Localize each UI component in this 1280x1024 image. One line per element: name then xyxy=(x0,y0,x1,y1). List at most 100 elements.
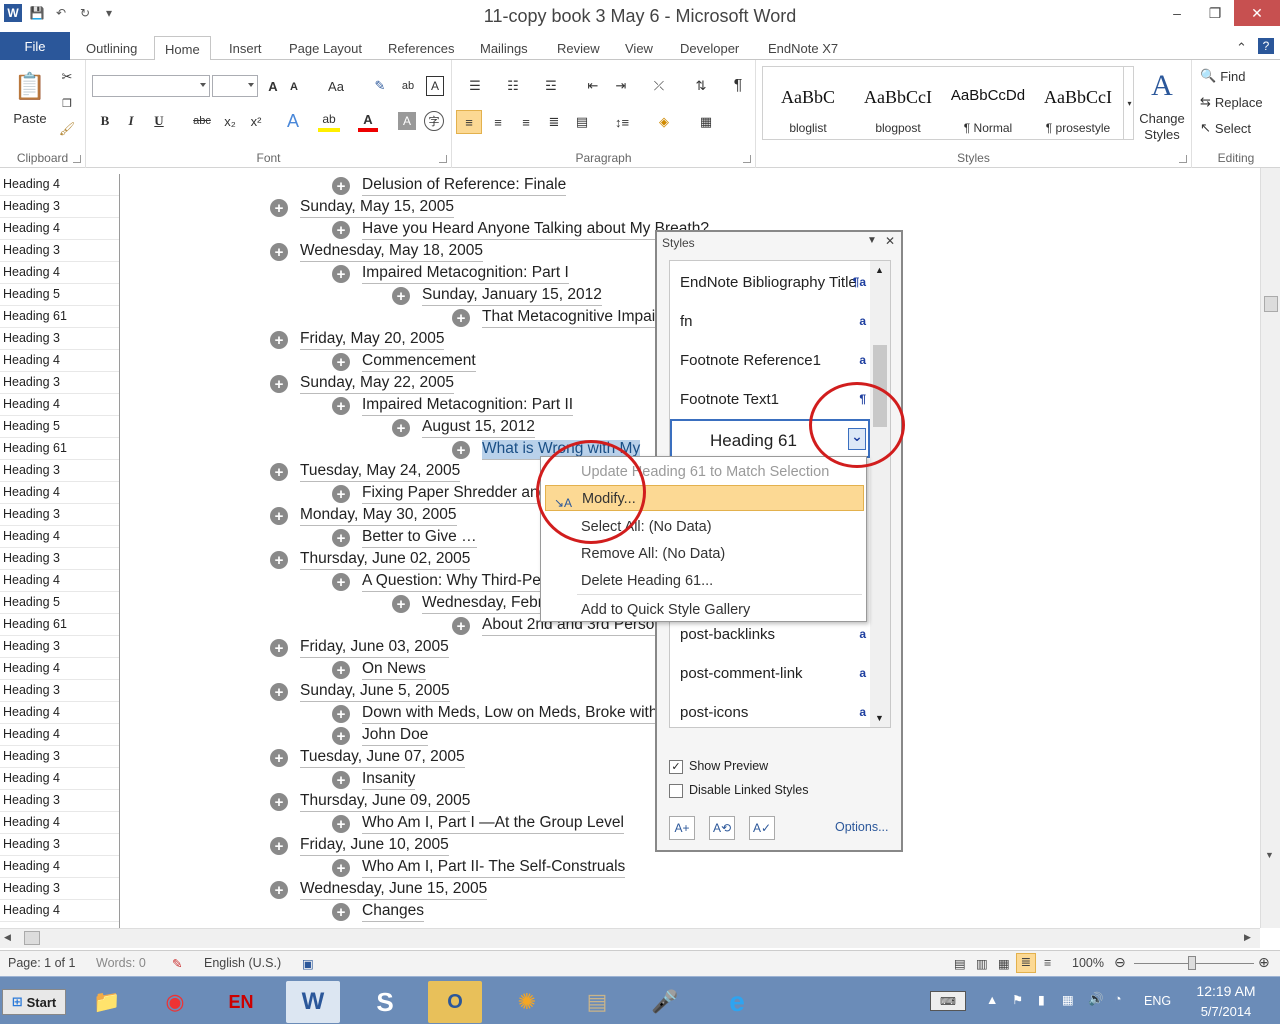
expand-plus-icon[interactable]: + xyxy=(332,265,350,283)
heading-text[interactable]: John Doe xyxy=(362,726,429,746)
justify-icon[interactable]: ≣ xyxy=(542,110,566,134)
styles-dialog-launcher[interactable] xyxy=(1179,155,1187,163)
asian-layout-icon[interactable]: ⤫ xyxy=(646,76,672,96)
heading-text[interactable]: Fixing Paper Shredder and xyxy=(362,484,548,504)
battery-icon[interactable]: ▮ xyxy=(1038,992,1045,1007)
style-item[interactable]: EndNote Bibliography Title ¶a xyxy=(670,263,870,302)
bullets-icon[interactable]: ☰ xyxy=(462,76,488,96)
expand-plus-icon[interactable]: + xyxy=(392,287,410,305)
text-effects-icon[interactable]: A xyxy=(282,110,304,132)
expand-plus-icon[interactable]: + xyxy=(270,199,288,217)
outline-view-icon[interactable]: ≣ xyxy=(1016,953,1036,973)
font-name-combo[interactable] xyxy=(92,75,210,97)
find-button[interactable]: 🔍 Find xyxy=(1200,66,1270,86)
heading-text[interactable]: Commencement xyxy=(362,352,476,372)
options-link[interactable]: Options... xyxy=(835,820,889,834)
outline-heading[interactable]: + Sunday, January 15, 2012 xyxy=(392,285,602,307)
expand-plus-icon[interactable]: + xyxy=(270,463,288,481)
start-button[interactable]: ⊞ Start xyxy=(2,989,66,1015)
action-center-flag-icon[interactable]: ⚑ xyxy=(1012,992,1023,1007)
change-styles-button[interactable]: Change Styles xyxy=(1138,110,1186,144)
heading-text[interactable]: On News xyxy=(362,660,426,680)
expand-plus-icon[interactable]: + xyxy=(270,639,288,657)
expand-plus-icon[interactable]: + xyxy=(270,749,288,767)
outline-heading[interactable]: + Friday, May 20, 2005 xyxy=(270,329,445,351)
change-styles-icon[interactable]: A xyxy=(1144,68,1180,104)
heading-text[interactable]: Insanity xyxy=(362,770,416,790)
expand-plus-icon[interactable]: + xyxy=(270,507,288,525)
close-button[interactable]: ✕ xyxy=(1234,0,1280,26)
outline-heading[interactable]: + Tuesday, June 07, 2005 xyxy=(270,747,465,769)
expand-plus-icon[interactable]: + xyxy=(270,793,288,811)
sort-icon[interactable]: ⇅ xyxy=(690,76,712,96)
multilevel-list-icon[interactable]: ☲ xyxy=(538,76,564,96)
pane-close-icon[interactable]: ✕ xyxy=(885,234,895,248)
change-case-button[interactable]: Aa xyxy=(324,77,348,95)
wifi-icon[interactable]: ◔ xyxy=(1114,992,1122,1006)
file-explorer-icon[interactable]: 📁 xyxy=(80,981,134,1023)
expand-plus-icon[interactable]: + xyxy=(270,837,288,855)
tab-page-layout[interactable]: Page Layout xyxy=(289,36,362,60)
bold-button[interactable]: B xyxy=(96,112,114,130)
font-color-icon[interactable]: A xyxy=(358,110,378,132)
outline-heading[interactable]: + Who Am I, Part I —At the Group Level xyxy=(332,813,624,835)
collapse-ribbon-icon[interactable]: ⌃ xyxy=(1236,36,1247,60)
outline-heading[interactable]: + Who Am I, Part II- The Self-Construals xyxy=(332,857,626,879)
styles-list-scrollbar[interactable]: ▲ ▼ xyxy=(870,261,890,727)
align-left-icon[interactable]: ≡ xyxy=(456,110,482,134)
style-tile-blogpost[interactable]: AaBbCcI blogpost xyxy=(853,77,943,139)
subscript-button[interactable]: x₂ xyxy=(220,112,240,130)
shading-icon[interactable]: ◈ xyxy=(650,110,678,134)
scroll-right-arrow-icon[interactable]: ▶ xyxy=(1244,932,1251,943)
heading-text[interactable]: Impaired Metacognition: Part I xyxy=(362,264,569,284)
macro-record-icon[interactable]: ▣ xyxy=(302,956,314,971)
scroll-left-arrow-icon[interactable]: ◀ xyxy=(4,932,11,943)
heading-text[interactable]: Who Am I, Part II- The Self-Construals xyxy=(362,858,626,878)
heading-text[interactable]: Wednesday, June 15, 2005 xyxy=(300,880,488,900)
heading-text[interactable]: Who Am I, Part I —At the Group Level xyxy=(362,814,624,834)
align-center-icon[interactable]: ≡ xyxy=(486,110,510,134)
outline-heading[interactable]: + On News xyxy=(332,659,426,681)
expand-plus-icon[interactable]: + xyxy=(270,375,288,393)
style-tile-bloglist[interactable]: AaBbC bloglist xyxy=(763,77,853,139)
style-tile-prosestyle[interactable]: AaBbCcI ¶ prosestyle xyxy=(1033,77,1123,139)
tab-view[interactable]: View xyxy=(625,36,653,60)
keyboard-icon[interactable]: ⌨ xyxy=(930,991,966,1011)
expand-plus-icon[interactable]: + xyxy=(270,331,288,349)
outline-heading[interactable]: + Wednesday, June 15, 2005 xyxy=(270,879,488,901)
paste-icon[interactable]: 📋 xyxy=(12,68,48,104)
character-border-icon[interactable]: A xyxy=(426,76,444,96)
heading-text[interactable]: Wednesday, May 18, 2005 xyxy=(300,242,483,262)
style-inspector-icon[interactable]: A⟲ xyxy=(709,816,735,840)
outline-heading[interactable]: + Thursday, June 09, 2005 xyxy=(270,791,471,813)
outline-heading[interactable]: + August 15, 2012 xyxy=(392,417,535,439)
disable-linked-checkbox[interactable] xyxy=(669,784,683,798)
expand-plus-icon[interactable]: + xyxy=(332,177,350,195)
new-style-icon[interactable]: A+ xyxy=(669,816,695,840)
minimize-button[interactable]: – xyxy=(1158,0,1196,26)
zoom-in-icon[interactable]: ⊕ xyxy=(1258,954,1270,971)
heading-text[interactable]: Sunday, June 5, 2005 xyxy=(300,682,450,702)
tab-mailings[interactable]: Mailings xyxy=(480,36,528,60)
heading-text[interactable]: Better to Give … xyxy=(362,528,477,548)
expand-plus-icon[interactable]: + xyxy=(332,727,350,745)
web-layout-view-icon[interactable]: ▦ xyxy=(998,956,1010,971)
microphone-icon[interactable]: 🎤 xyxy=(638,981,692,1023)
outline-heading[interactable]: + Sunday, May 15, 2005 xyxy=(270,197,454,219)
tab-review[interactable]: Review xyxy=(557,36,600,60)
outline-heading[interactable]: + Friday, June 10, 2005 xyxy=(270,835,449,857)
outline-heading[interactable]: + Changes xyxy=(332,901,425,923)
volume-icon[interactable]: 🔊 xyxy=(1088,992,1104,1007)
expand-plus-icon[interactable]: + xyxy=(332,221,350,239)
style-item[interactable]: post-comment-link a xyxy=(670,654,870,693)
replace-button[interactable]: ⇆ Replace xyxy=(1200,92,1278,112)
clock-time[interactable]: 12:19 AM xyxy=(1186,983,1266,999)
expand-plus-icon[interactable]: + xyxy=(332,815,350,833)
expand-plus-icon[interactable]: + xyxy=(452,617,470,635)
outline-heading[interactable]: + John Doe xyxy=(332,725,429,747)
proofing-icon[interactable]: ✎ xyxy=(172,956,182,971)
strikethrough-button[interactable]: abc xyxy=(190,112,214,130)
outlook-icon[interactable]: O xyxy=(428,981,482,1023)
align-right-icon[interactable]: ≡ xyxy=(514,110,538,134)
zoom-slider-thumb[interactable] xyxy=(1188,956,1196,970)
